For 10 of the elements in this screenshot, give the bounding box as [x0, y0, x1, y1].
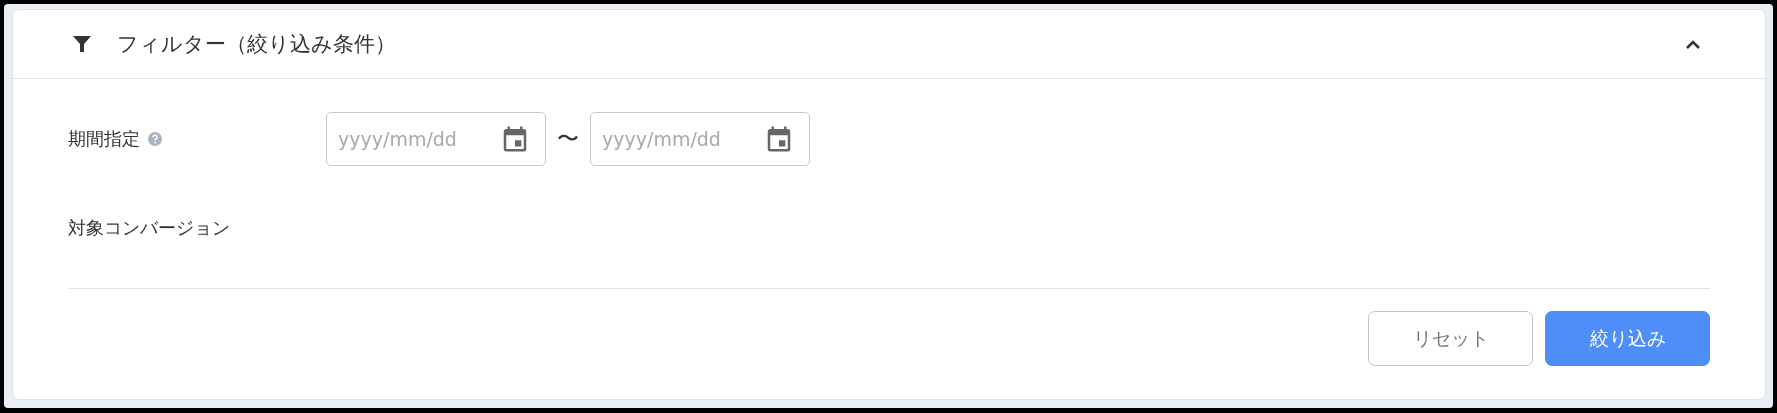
filter-icon — [72, 34, 92, 54]
panel-title: フィルター（絞り込み条件） — [117, 31, 397, 58]
date-field[interactable]: yyyy/mm/dd — [590, 112, 810, 166]
date-field[interactable]: yyyy/mm/dd — [326, 112, 546, 166]
field-label: 対象コンバージョン — [68, 216, 230, 240]
collapse-icon[interactable] — [1685, 39, 1701, 49]
apply-button[interactable]: 絞り込み — [1545, 311, 1710, 366]
range-separator: 〜 — [557, 125, 579, 153]
reset-button[interactable]: リセット — [1368, 311, 1533, 366]
field-label: 期間指定 — [68, 127, 140, 151]
